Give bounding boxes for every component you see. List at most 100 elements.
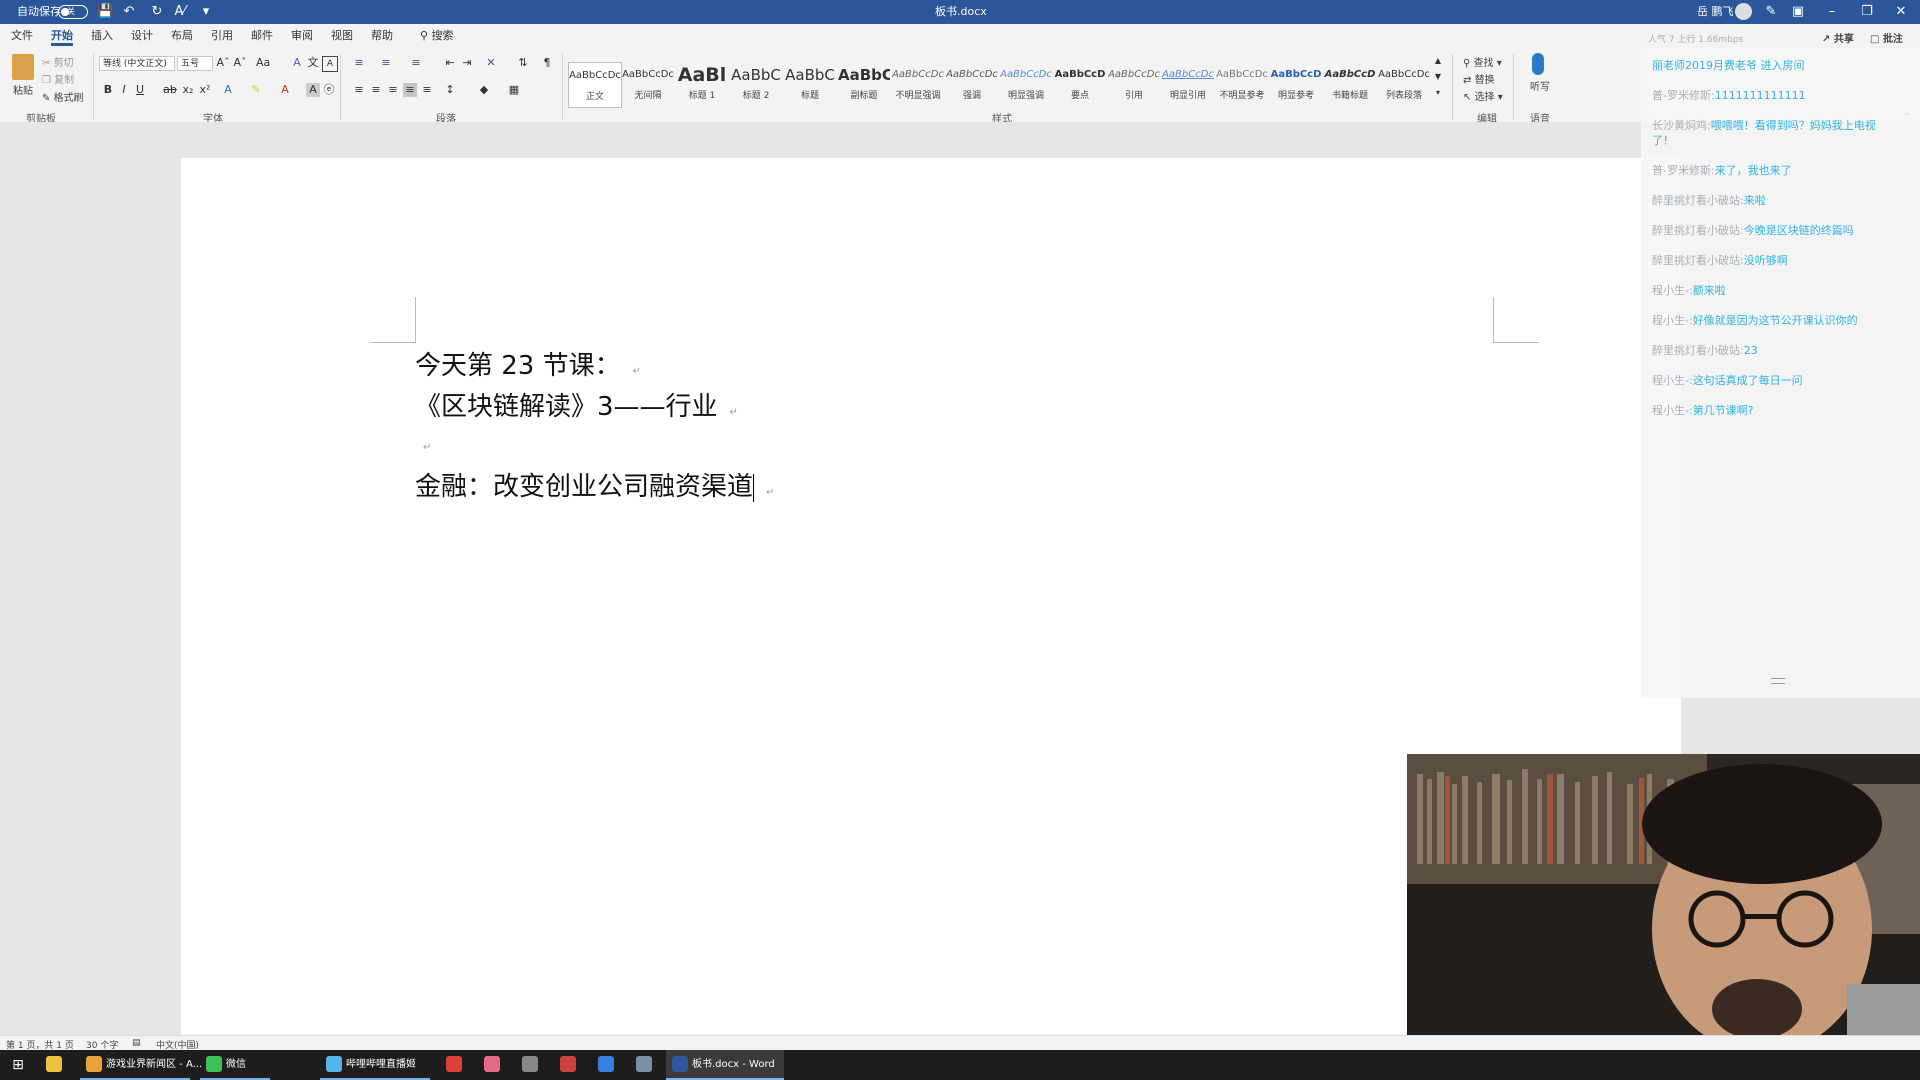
align-center-icon[interactable]: ≡ [369,83,383,97]
phonetic-guide-icon[interactable]: 文 [306,56,320,70]
chat-username[interactable]: 程小生-: [1652,404,1693,417]
enclose-char-icon[interactable]: ⓔ [322,83,336,97]
ribbon-display-icon[interactable]: ▣ [1790,4,1806,20]
paste-button[interactable]: 粘贴 [13,82,33,97]
style-item[interactable]: AaBbCcDc 列表段落 [1378,62,1430,106]
sort-icon[interactable]: ⇅ [516,56,530,70]
minimize-icon[interactable]: – [1824,4,1840,20]
change-case-icon[interactable]: Aa [256,56,270,70]
style-item[interactable]: AaBbCcD 书籍标题 [1324,62,1376,106]
taskbar-item[interactable] [478,1050,510,1080]
search-box[interactable]: ⚲ 搜索 [420,24,454,48]
style-item[interactable]: AaBbCcDc 明显强调 [1000,62,1052,106]
chinese-layout-icon[interactable]: ✕ [484,56,498,70]
undo-icon[interactable]: ↶ [121,4,137,20]
pen-icon[interactable]: ✎ [1763,4,1779,20]
redo-icon[interactable]: ↻ [149,4,165,20]
chat-username[interactable]: 普-罗米修斯: [1652,89,1715,102]
tab-mailings[interactable]: 邮件 [251,24,273,48]
style-item[interactable]: AaBbCcDc 引用 [1108,62,1160,106]
tab-file[interactable]: 文件 [11,24,33,48]
drag-handle[interactable] [1771,678,1785,684]
doc-line-4[interactable]: 金融：改变创业公司融资渠道 ↵ [415,466,774,503]
user-name[interactable]: 岳 鹏飞 [1697,0,1734,24]
justify-icon[interactable]: ≡ [403,83,417,97]
tab-review[interactable]: 审阅 [291,24,313,48]
clear-format-icon[interactable]: A [290,56,304,70]
style-item[interactable]: AaBbCcDc 明显引用 [1162,62,1214,106]
distributed-icon[interactable]: ≡ [420,83,434,97]
style-item[interactable]: AaBbCcD 明显参考 [1270,62,1322,106]
customize-qat-icon[interactable]: ▾ [198,4,214,20]
doc-line-1[interactable]: 今天第 23 节课： ↵ [415,345,641,382]
char-border-icon[interactable]: A [322,56,338,72]
restore-icon[interactable]: ❐ [1859,4,1875,20]
taskbar-item[interactable] [554,1050,586,1080]
grow-font-icon[interactable]: Aˆ [216,56,230,70]
shrink-font-icon[interactable]: Aˇ [233,56,247,70]
taskbar-item[interactable] [592,1050,624,1080]
increase-indent-icon[interactable]: ⇥ [460,56,474,70]
chat-username[interactable]: 程小生-: [1652,284,1693,297]
chat-username[interactable]: 程小生-: [1652,314,1693,327]
taskbar-item[interactable] [440,1050,472,1080]
taskbar-item[interactable]: 游戏业界新闻区 - A... [80,1050,202,1080]
style-item[interactable]: AaBbCcD 要点 [1054,62,1106,106]
windows-start-icon[interactable]: ⊞ [0,1050,36,1080]
chat-username[interactable]: 醉里挑灯看小破站: [1652,254,1744,267]
underline-icon[interactable]: U [133,83,147,97]
italic-icon[interactable]: I [117,83,131,97]
tab-home[interactable]: 开始 [51,24,73,48]
chat-username[interactable]: 程小生-: [1652,374,1693,387]
tab-view[interactable]: 视图 [331,24,353,48]
tab-help[interactable]: 帮助 [371,24,393,48]
copy-button[interactable]: ❐ 复制 [42,71,74,86]
file-explorer-icon[interactable] [40,1050,72,1080]
multilevel-list-icon[interactable]: ≡ [409,56,423,70]
tab-references[interactable]: 引用 [211,24,233,48]
text-effects-icon[interactable]: A [221,83,235,97]
replace-button[interactable]: ⇄ 替换 [1463,71,1495,86]
style-item[interactable]: AaBbCcDc 正文 [568,62,622,108]
font-name-select[interactable]: 等线 (中文正文) [99,56,175,71]
save-icon[interactable]: 💾 [97,4,113,20]
chat-username[interactable]: 普-罗米修斯: [1652,164,1715,177]
highlight-icon[interactable]: ✎ [249,83,263,97]
select-button[interactable]: ↖ 选择 ▾ [1463,88,1503,103]
show-marks-icon[interactable]: ¶ [540,56,554,70]
autosave-toggle[interactable]: 关 [58,5,88,19]
find-button[interactable]: ⚲ 查找 ▾ [1463,54,1502,69]
avatar[interactable] [1735,3,1752,20]
subscript-icon[interactable]: x₂ [181,83,195,97]
style-item[interactable]: AaBbCcDc 不明显强调 [892,62,944,106]
taskbar-item[interactable]: 板书.docx - Word [666,1050,784,1080]
dictate-button[interactable]: 听写 [1530,78,1550,93]
style-item[interactable]: AaBbC 标题 2 [730,62,782,106]
chat-username[interactable]: 醉里挑灯看小破站: [1652,344,1744,357]
style-item[interactable]: AaBbCcDc 无间隔 [622,62,674,106]
style-item[interactable]: AaBbCcDc 不明显参考 [1216,62,1268,106]
taskbar-item[interactable] [516,1050,548,1080]
superscript-icon[interactable]: x² [198,83,212,97]
chat-username[interactable]: 醉里挑灯看小破站: [1652,224,1744,237]
taskbar-item[interactable]: 微信 [200,1050,270,1080]
font-size-select[interactable]: 五号 [177,56,213,71]
numbering-icon[interactable]: ≡ [379,56,393,70]
style-item[interactable]: AaBbCcDc 强调 [946,62,998,106]
borders-icon[interactable]: ▦ [507,83,521,97]
format-painter-button[interactable]: ✎ 格式刷 [42,89,84,104]
chat-username[interactable]: 长沙黄焖鸡: [1652,119,1711,132]
style-item[interactable]: AaBbC 副标题 [838,62,890,106]
tab-layout[interactable]: 布局 [171,24,193,48]
strikethrough-icon[interactable]: ab [163,83,177,97]
close-icon[interactable]: ✕ [1893,4,1909,20]
doc-line-3[interactable]: ↵ [415,427,431,457]
proofing-icon[interactable]: ▤ [132,1038,141,1048]
style-item[interactable]: AaBbC 标题 [784,62,836,106]
tab-design[interactable]: 设计 [131,24,153,48]
gallery-down-icon[interactable]: ▼ [1431,70,1445,84]
touch-mode-icon[interactable]: A⁄ [172,4,188,20]
chat-username[interactable]: 醉里挑灯看小破站: [1652,194,1744,207]
gallery-more-icon[interactable]: ▾ [1431,86,1445,100]
bold-icon[interactable]: B [101,83,115,97]
